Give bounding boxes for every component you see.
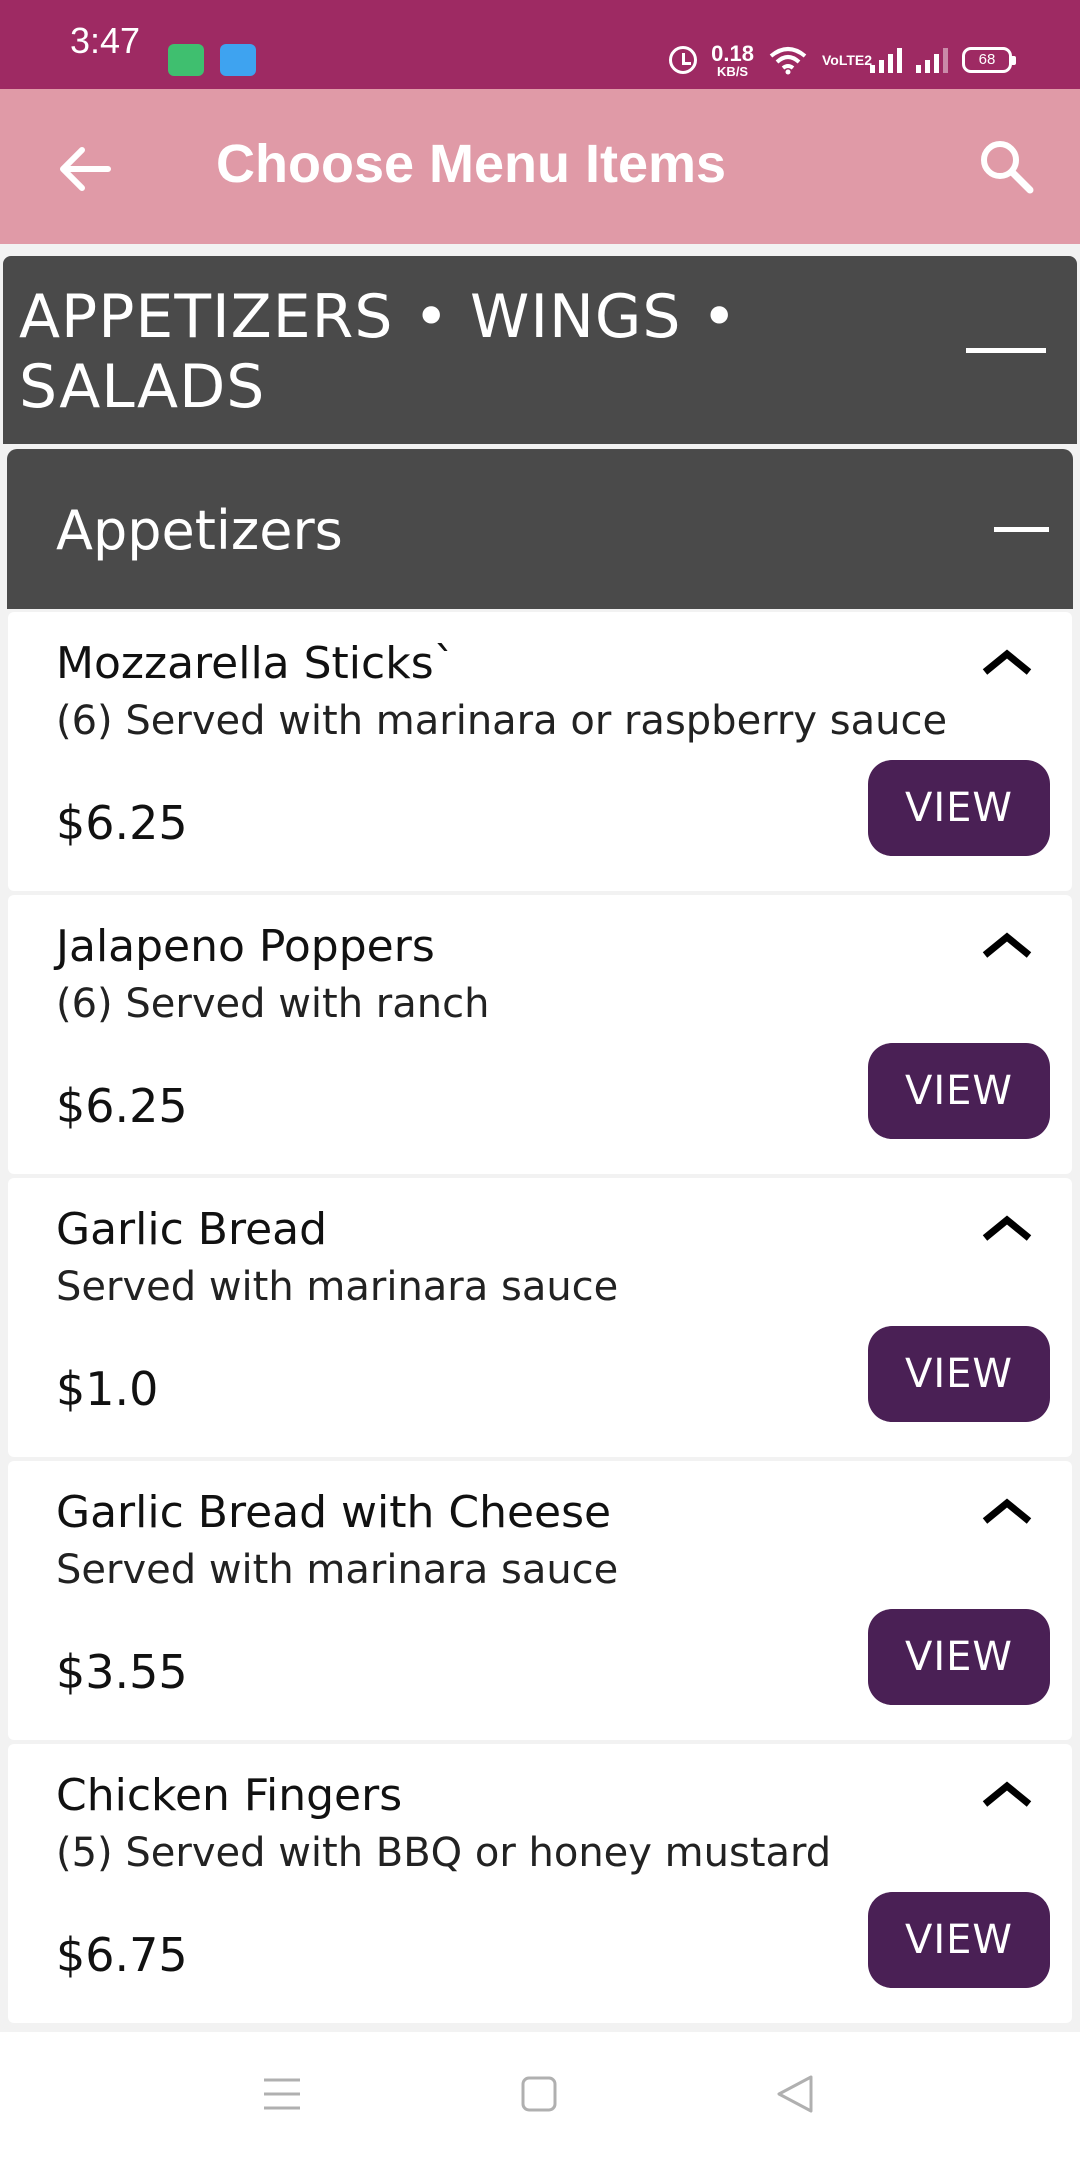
alarm-icon bbox=[669, 46, 698, 74]
collapse-icon[interactable] bbox=[994, 527, 1049, 532]
sim-notification-icon bbox=[220, 44, 256, 76]
network-speed-unit: KB/S bbox=[717, 63, 749, 79]
item-name: Mozzarella Sticks` bbox=[56, 638, 456, 689]
item-description: (6) Served with marinara or raspberry sa… bbox=[56, 698, 948, 744]
chevron-up-icon[interactable] bbox=[980, 1495, 1034, 1527]
recent-apps-icon[interactable] bbox=[262, 2076, 302, 2112]
item-description: Served with marinara sauce bbox=[56, 1547, 619, 1593]
view-button[interactable]: VIEW bbox=[868, 1892, 1050, 1988]
item-price: $1.0 bbox=[56, 1362, 159, 1416]
search-button[interactable] bbox=[972, 132, 1042, 202]
signal-sim1-icon bbox=[870, 47, 902, 73]
network-speed: 0.18 KB/S bbox=[711, 40, 754, 79]
item-name: Garlic Bread bbox=[56, 1204, 328, 1255]
network-speed-value: 0.18 bbox=[711, 40, 754, 66]
search-icon bbox=[981, 141, 1034, 194]
volte-icon: VoLTE2 bbox=[822, 52, 873, 68]
wifi-icon bbox=[769, 47, 807, 75]
collapse-icon[interactable] bbox=[966, 348, 1046, 353]
status-bar: 3:47 0.18 KB/S VoLTE2 68 bbox=[0, 0, 1080, 89]
chevron-up-icon[interactable] bbox=[980, 929, 1034, 961]
item-name: Garlic Bread with Cheese bbox=[56, 1487, 612, 1538]
back-triangle-icon[interactable] bbox=[775, 2074, 815, 2114]
item-price: $6.25 bbox=[56, 796, 188, 850]
system-navigation-bar bbox=[0, 2032, 1080, 2160]
item-description: (5) Served with BBQ or honey mustard bbox=[56, 1830, 832, 1876]
item-name: Chicken Fingers bbox=[56, 1770, 403, 1821]
item-description: (6) Served with ranch bbox=[56, 981, 490, 1027]
category-title: APPETIZERS • WINGS • SALADS bbox=[19, 282, 738, 422]
category-header[interactable]: APPETIZERS • WINGS • SALADS bbox=[3, 256, 1077, 444]
arrow-left-icon bbox=[60, 147, 111, 191]
back-button[interactable] bbox=[50, 134, 120, 204]
view-button[interactable]: VIEW bbox=[868, 760, 1050, 856]
item-description: Served with marinara sauce bbox=[56, 1264, 619, 1310]
item-name: Jalapeno Poppers bbox=[56, 921, 435, 972]
battery-icon: 68 bbox=[962, 47, 1016, 73]
signal-sim2-icon bbox=[916, 47, 948, 73]
menu-item-card: Chicken Fingers (5) Served with BBQ or h… bbox=[8, 1744, 1072, 2023]
chevron-up-icon[interactable] bbox=[980, 646, 1034, 678]
item-price: $6.75 bbox=[56, 1928, 188, 1982]
item-price: $6.25 bbox=[56, 1079, 188, 1133]
section-title: Appetizers bbox=[56, 499, 343, 562]
view-button[interactable]: VIEW bbox=[868, 1326, 1050, 1422]
page-title: Choose Menu Items bbox=[216, 134, 727, 194]
view-button[interactable]: VIEW bbox=[868, 1609, 1050, 1705]
home-icon[interactable] bbox=[521, 2076, 557, 2112]
item-price: $3.55 bbox=[56, 1645, 188, 1699]
status-indicators: 0.18 KB/S VoLTE2 68 bbox=[669, 40, 1016, 80]
chevron-up-icon[interactable] bbox=[980, 1212, 1034, 1244]
view-button[interactable]: VIEW bbox=[868, 1043, 1050, 1139]
menu-item-card: Jalapeno Poppers (6) Served with ranch $… bbox=[8, 895, 1072, 1174]
menu-item-card: Mozzarella Sticks` (6) Served with marin… bbox=[8, 612, 1072, 891]
section-header-appetizers[interactable]: Appetizers bbox=[7, 449, 1073, 609]
message-notification-icon bbox=[168, 44, 204, 76]
menu-item-card: Garlic Bread with Cheese Served with mar… bbox=[8, 1461, 1072, 1740]
chevron-up-icon[interactable] bbox=[980, 1778, 1034, 1810]
menu-item-card: Garlic Bread Served with marinara sauce … bbox=[8, 1178, 1072, 1457]
app-bar: Choose Menu Items bbox=[0, 89, 1080, 244]
status-time: 3:47 bbox=[70, 20, 141, 61]
